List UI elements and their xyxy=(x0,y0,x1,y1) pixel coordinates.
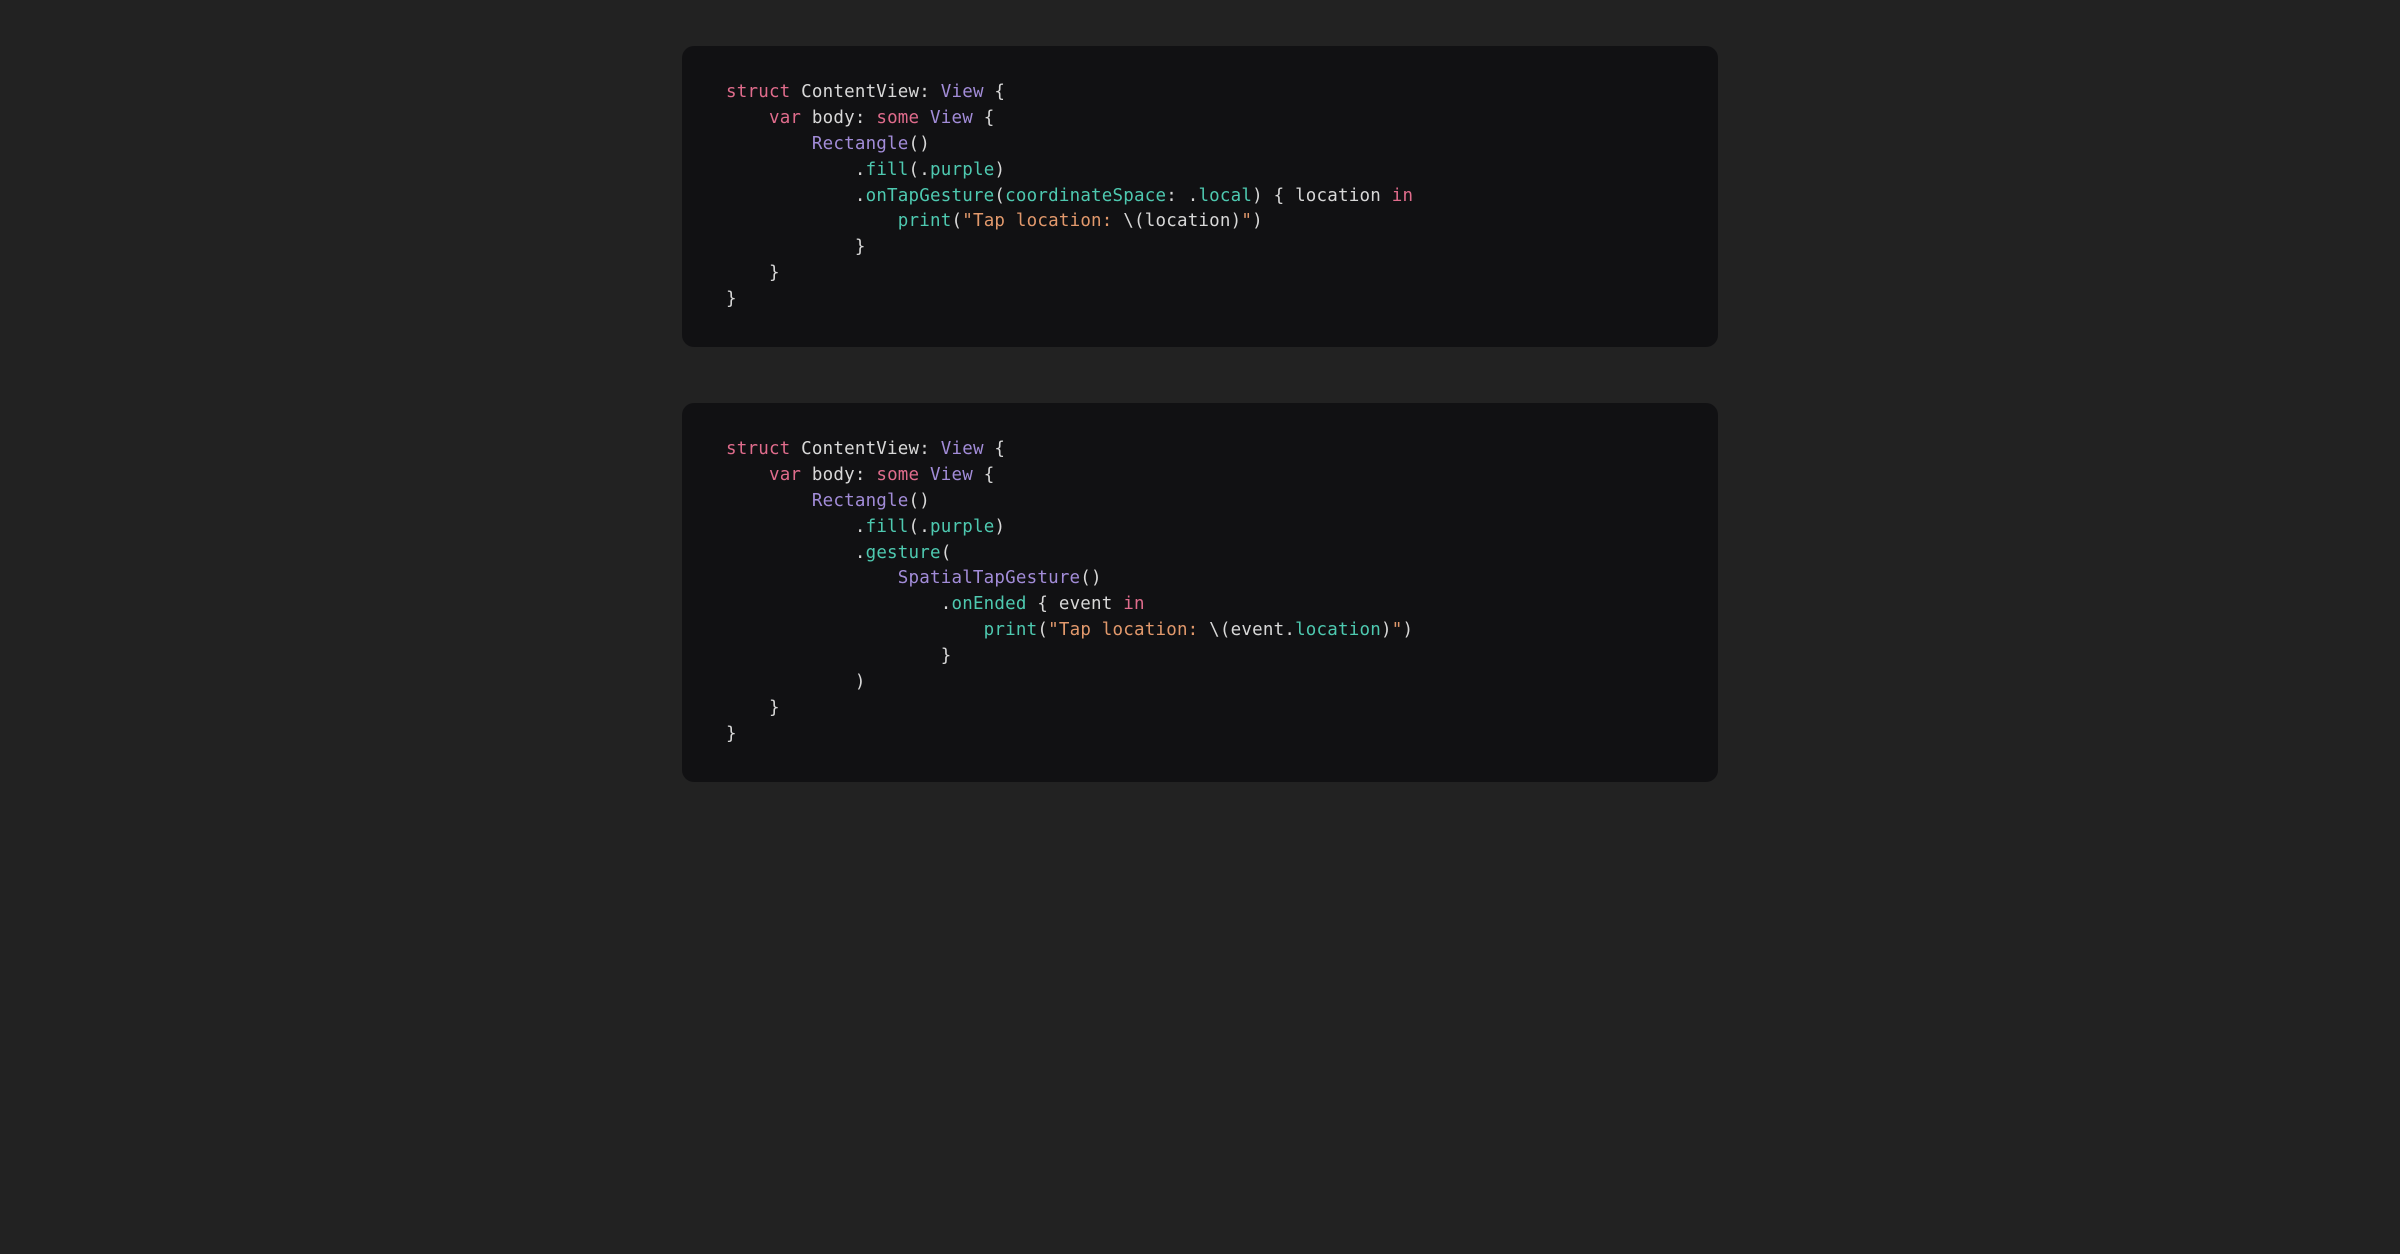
indent xyxy=(726,108,769,128)
call-print: print xyxy=(984,620,1038,640)
call-print: print xyxy=(898,211,952,231)
interp-open: \( xyxy=(1209,620,1230,640)
brace-close: } xyxy=(726,237,866,257)
space xyxy=(919,108,930,128)
brace-close: } xyxy=(726,724,737,744)
type-view: View xyxy=(930,465,973,485)
keyword-var: var xyxy=(769,108,801,128)
brace-close: } xyxy=(726,646,951,666)
paren-open: ( xyxy=(994,186,1005,206)
indent xyxy=(726,211,898,231)
closure-params: ) { location xyxy=(1252,186,1392,206)
parens: () xyxy=(1080,568,1101,588)
colon-dot: : . xyxy=(1166,186,1198,206)
keyword-some: some xyxy=(876,465,919,485)
brace-close: } xyxy=(726,698,780,718)
parens: () xyxy=(909,134,930,154)
type-view: View xyxy=(941,439,984,459)
paren-open: ( xyxy=(951,211,962,231)
brace-close: } xyxy=(726,289,737,309)
string-literal: "Tap location: xyxy=(962,211,1123,231)
paren-dot: (. xyxy=(909,517,930,537)
keyword-struct: struct xyxy=(726,439,790,459)
string-literal: "Tap location: xyxy=(1048,620,1209,640)
call-rectangle: Rectangle xyxy=(812,134,909,154)
method-gesture: gesture xyxy=(866,543,941,563)
code-block-1[interactable]: struct ContentView: View { var body: som… xyxy=(682,46,1718,347)
interp-event: event. xyxy=(1231,620,1295,640)
interp-expr: location xyxy=(1145,211,1231,231)
interp-open: \( xyxy=(1123,211,1144,231)
keyword-in: in xyxy=(1123,594,1144,614)
interp-close: ) xyxy=(1231,211,1242,231)
type-view: View xyxy=(941,82,984,102)
indent: . xyxy=(726,543,866,563)
method-ontapgesture: onTapGesture xyxy=(866,186,995,206)
indent: . xyxy=(726,160,866,180)
keyword-var: var xyxy=(769,465,801,485)
brace-open: { xyxy=(984,82,1005,102)
closure-params: { event xyxy=(1027,594,1124,614)
method-fill: fill xyxy=(866,160,909,180)
keyword-in: in xyxy=(1392,186,1413,206)
paren-dot: (. xyxy=(909,160,930,180)
paren-open: ( xyxy=(941,543,952,563)
interp-location: location xyxy=(1295,620,1381,640)
indent: . xyxy=(726,517,866,537)
brace-open: { xyxy=(984,439,1005,459)
brace-open: { xyxy=(973,108,994,128)
string-close: " xyxy=(1241,211,1252,231)
enum-local: local xyxy=(1198,186,1252,206)
enum-purple: purple xyxy=(930,160,994,180)
keyword-some: some xyxy=(876,108,919,128)
paren-close: ) xyxy=(1252,211,1263,231)
indent xyxy=(726,491,812,511)
enum-purple: purple xyxy=(930,517,994,537)
paren-close: ) xyxy=(994,160,1005,180)
indent xyxy=(726,568,898,588)
brace-close: } xyxy=(726,263,780,283)
paren-close: ) xyxy=(994,517,1005,537)
indent xyxy=(726,134,812,154)
code-block-2[interactable]: struct ContentView: View { var body: som… xyxy=(682,403,1718,782)
indent: . xyxy=(726,186,866,206)
string-close: " xyxy=(1392,620,1403,640)
call-spatialtapgesture: SpatialTapGesture xyxy=(898,568,1081,588)
call-rectangle: Rectangle xyxy=(812,491,909,511)
keyword-struct: struct xyxy=(726,82,790,102)
paren-close: ) xyxy=(1402,620,1413,640)
paren-open: ( xyxy=(1037,620,1048,640)
brace-open: { xyxy=(973,465,994,485)
type-view: View xyxy=(930,108,973,128)
method-fill: fill xyxy=(866,517,909,537)
type-contentview: ContentView: xyxy=(790,439,940,459)
arg-coordinatespace: coordinateSpace xyxy=(1005,186,1166,206)
prop-body: body: xyxy=(801,108,876,128)
indent xyxy=(726,465,769,485)
paren-close: ) xyxy=(726,672,866,692)
interp-close: ) xyxy=(1381,620,1392,640)
indent: . xyxy=(726,594,951,614)
space xyxy=(919,465,930,485)
indent xyxy=(726,620,984,640)
parens: () xyxy=(909,491,930,511)
prop-body: body: xyxy=(801,465,876,485)
method-onended: onEnded xyxy=(951,594,1026,614)
type-contentview: ContentView: xyxy=(790,82,940,102)
